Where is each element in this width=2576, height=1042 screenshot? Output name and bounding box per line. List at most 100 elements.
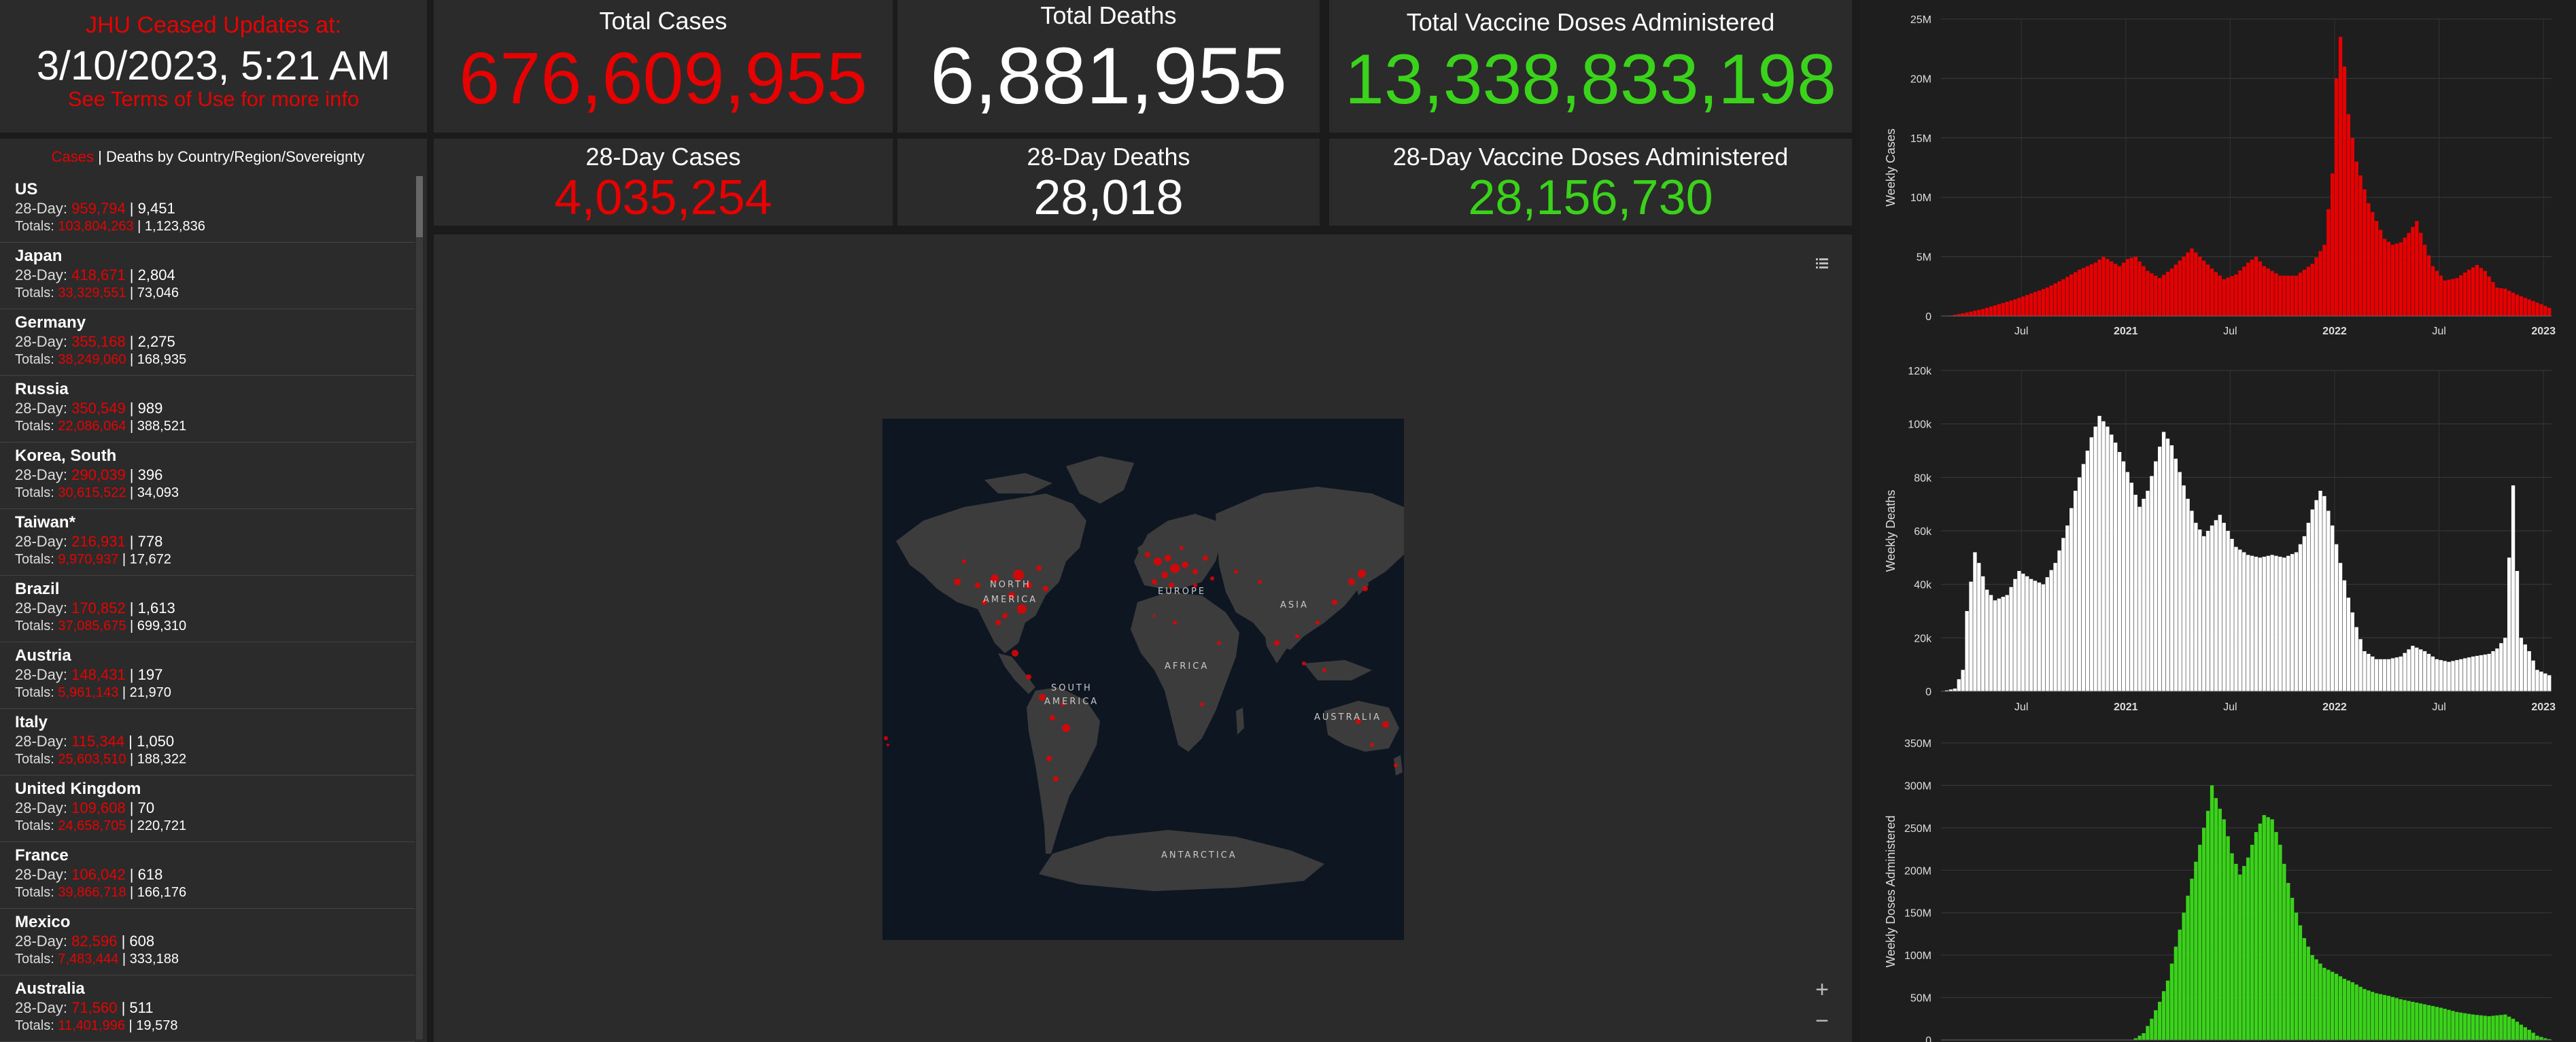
row-28-label: 28-Day: (15, 866, 72, 883)
case-hotspot (1210, 576, 1214, 580)
world-map[interactable]: NORTH AMERICA EUROPE ASIA AFRICA SOUTH A… (882, 419, 1404, 940)
bar (2354, 161, 2358, 316)
list-icon[interactable] (1813, 254, 1832, 273)
country-name: Brazil (15, 580, 60, 598)
bar (2093, 262, 2097, 316)
row-totals-label: Totals: (15, 485, 58, 500)
bar (2262, 815, 2266, 1040)
deaths-header-label[interactable]: Deaths by Country/Region/Sovereignty (106, 148, 364, 165)
bar (2371, 212, 2375, 316)
row-28-day: 28-Day: 216,931 | 778 (15, 532, 415, 551)
y-tick-label: 100M (1904, 950, 1931, 962)
bar (2182, 912, 2186, 1040)
bar (2190, 248, 2194, 316)
list-item[interactable]: Italy 28-Day: 115,344 | 1,050 Totals: 25,6… (0, 709, 415, 776)
list-scrollbar[interactable] (416, 176, 423, 1039)
case-hotspot (1002, 613, 1008, 619)
bar (2386, 241, 2391, 316)
x-tick-label: Jul (2014, 701, 2028, 713)
bar (2419, 649, 2423, 691)
case-hotspot (1348, 578, 1355, 585)
bar (2125, 472, 2130, 691)
case-hotspot (1050, 715, 1055, 720)
list-item[interactable]: Russia 28-Day: 350,549 | 989 Totals: 22,08… (0, 376, 415, 442)
bar (2029, 293, 2033, 316)
bar (2254, 256, 2259, 316)
charts-panel: 0 5M 10M 15M 20M 25M Jul 2021 Jul 2022 Jul 2023 Week… (1859, 0, 2576, 1042)
list-item[interactable]: Australia 28-Day: 71,560 | 511 Totals: 11,… (0, 975, 415, 1042)
bar (1981, 576, 1985, 691)
bar (2535, 1035, 2539, 1040)
list-item[interactable]: France 28-Day: 106,042 | 618 Totals: 39,86… (0, 842, 415, 909)
case-hotspot (1043, 586, 1048, 591)
list-item[interactable]: Korea, South 28-Day: 290,039 | 396 Totals:… (0, 442, 415, 509)
bar (2190, 878, 2194, 1040)
row-total-deaths: 21,970 (129, 685, 171, 700)
status-info-box: JHU Ceased Updates at: 3/10/2023, 5:21 A… (0, 0, 427, 133)
row-totals-label: Totals: (15, 752, 58, 767)
list-item[interactable]: Austria 28-Day: 148,431 | 197 Totals: 5,96… (0, 642, 415, 709)
bar (2378, 659, 2383, 691)
case-hotspot (1170, 563, 1180, 573)
bar (2390, 658, 2395, 691)
bar (2097, 415, 2101, 691)
bar (2081, 268, 2086, 316)
total-vaccine-title: Total Vaccine Doses Administered (1406, 8, 1775, 36)
bar (2407, 649, 2411, 691)
row-totals-bar: | (118, 952, 130, 967)
row-totals-bar: | (126, 818, 137, 833)
bar (2411, 646, 2415, 691)
terms-of-use-link[interactable]: See Terms of Use for more info (0, 87, 427, 111)
bar (2350, 612, 2354, 691)
bar (2218, 515, 2222, 691)
y-tick-label: 60k (1914, 526, 1932, 538)
bar (2407, 1001, 2411, 1040)
bar (2005, 595, 2009, 691)
bar (2121, 461, 2126, 691)
list-item[interactable]: Germany 28-Day: 355,168 | 2,275 Totals: 38… (0, 309, 415, 376)
bar (1969, 311, 1973, 316)
case-hotspot (1332, 600, 1337, 605)
bar (2298, 273, 2303, 316)
bar (2447, 661, 2451, 691)
row-28-label: 28-Day: (15, 200, 72, 217)
bar (2117, 451, 2122, 691)
row-28-bar: | (125, 533, 138, 550)
bar (1965, 611, 1969, 691)
list-item[interactable]: Brazil 28-Day: 170,852 | 1,613 Totals: 37,… (0, 576, 415, 642)
cases-header-label[interactable]: Cases (52, 148, 94, 165)
bar (2169, 268, 2174, 316)
minus-icon[interactable]: − (1813, 1009, 1832, 1032)
plus-icon[interactable]: + (1813, 978, 1832, 1001)
bar (2017, 298, 2021, 316)
bar (2507, 1016, 2511, 1040)
list-item[interactable]: United Kingdom 28-Day: 109,608 | 70 Totals… (0, 776, 415, 842)
list-item[interactable]: US 28-Day: 959,794 | 9,451 Totals: 103,804… (0, 176, 415, 243)
x-tick-label: Jul (2432, 701, 2445, 713)
list-item[interactable]: Japan 28-Day: 418,671 | 2,804 Totals: 33,3… (0, 243, 415, 309)
map-label-africa: AFRICA (1165, 661, 1209, 672)
row-totals: Totals: 11,401,996 | 19,578 (15, 1018, 415, 1034)
country-name: Italy (15, 713, 48, 731)
bar (2045, 288, 2049, 316)
bar (2342, 580, 2347, 691)
country-name: US (15, 180, 38, 198)
bar (2539, 672, 2543, 691)
bar (2503, 1014, 2507, 1040)
bar (2503, 638, 2507, 691)
row-totals-label: Totals: (15, 685, 58, 700)
bar (2274, 273, 2278, 316)
bar (2394, 243, 2399, 316)
bar (2061, 538, 2065, 691)
bar (2467, 1013, 2471, 1040)
bar (2137, 1035, 2142, 1040)
bar (2146, 271, 2150, 316)
bar (2226, 836, 2230, 1040)
bar (2294, 275, 2299, 316)
list-item[interactable]: Mexico 28-Day: 82,596 | 608 Totals: 7,483,… (0, 909, 415, 975)
bar (2515, 294, 2520, 316)
list-scrollbar-thumb[interactable] (416, 176, 423, 237)
bar (2070, 508, 2074, 691)
list-item[interactable]: Taiwan* 28-Day: 216,931 | 778 Totals: 9,97… (0, 509, 415, 576)
row-28-day: 28-Day: 109,608 | 70 (15, 799, 415, 818)
